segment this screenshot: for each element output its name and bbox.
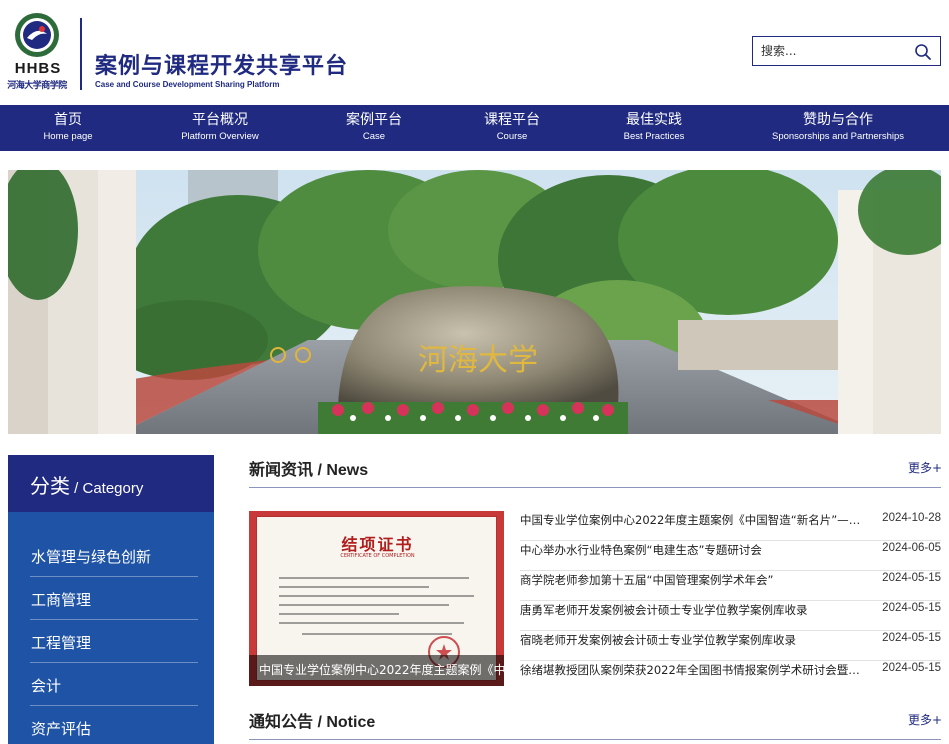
nav-label-en: Best Practices bbox=[623, 131, 685, 142]
nav-sponsorships[interactable]: 赞助与合作 Sponsorships and Partnerships bbox=[762, 105, 914, 151]
site-title[interactable]: 案例与课程开发共享平台 bbox=[95, 48, 348, 80]
category-label: 资产评估 bbox=[31, 720, 92, 738]
category-label: 工程管理 bbox=[31, 634, 92, 652]
nav-label-en: Sponsorships and Partnerships bbox=[771, 131, 905, 142]
notice-title-zh: 通知公告 bbox=[249, 712, 314, 731]
feature-caption: 中国专业学位案例中心2022年度主题案例《中国智造“新名片”——新能源汽车 bbox=[249, 655, 504, 686]
cert-text-line bbox=[279, 622, 464, 624]
news-title-zh: 新闻资讯 bbox=[249, 460, 314, 479]
news-item[interactable]: 宿晓老师开发案例被会计硕士专业学位教学案例库收录 2024-05-15 bbox=[520, 631, 941, 661]
news-item-title: 商学院老师参加第十五届“中国管理案例学术年会” bbox=[520, 573, 774, 587]
main-nav: 首页 Home page 平台概况 Platform Overview 案例平台… bbox=[0, 105, 949, 151]
category-label: 会计 bbox=[31, 677, 62, 695]
cert-text-line bbox=[279, 577, 469, 579]
news-item[interactable]: 徐绪堪教授团队案例荣获2022年全国图书情报案例学术研讨会暨图书情报案例大赛 2… bbox=[520, 661, 941, 691]
nav-label: 平台概况 bbox=[192, 112, 248, 128]
sidebar-header: 分类 / Category bbox=[8, 455, 214, 512]
news-item-title: 中心举办水行业特色案例“电建生态”专题研讨会 bbox=[520, 543, 762, 557]
category-sidebar: 分类 / Category 水管理与绿色创新 工商管理 工程管理 会计 资产评估 bbox=[8, 455, 214, 744]
nav-label-en: Course bbox=[496, 131, 528, 142]
hero-banner[interactable]: 河海大学 bbox=[8, 170, 941, 434]
news-divider bbox=[249, 487, 941, 488]
news-feature-image[interactable]: 结项证书 CERTIFICATE OF COMPLETION 中国专业学位案例中… bbox=[249, 511, 504, 686]
news-item[interactable]: 中国专业学位案例中心2022年度主题案例《中国智造“新名片”——新能源汽车 20… bbox=[520, 511, 941, 541]
news-item[interactable]: 唐勇军老师开发案例被会计硕士专业学位教学案例库收录 2024-05-15 bbox=[520, 601, 941, 631]
stone-inscription: 河海大学 bbox=[418, 343, 538, 378]
logo-text[interactable]: HHBS bbox=[8, 60, 68, 77]
news-item-date: 2024-05-15 bbox=[882, 602, 941, 614]
nav-case[interactable]: 案例平台 Case bbox=[334, 105, 414, 151]
cert-text-line bbox=[279, 586, 429, 588]
news-item-date: 2024-05-15 bbox=[882, 632, 941, 644]
news-item[interactable]: 商学院老师参加第十五届“中国管理案例学术年会” 2024-05-15 bbox=[520, 571, 941, 601]
certificate-title: 结项证书 bbox=[341, 535, 414, 554]
news-item-date: 2024-06-05 bbox=[882, 542, 941, 554]
category-item-water-management[interactable]: 水管理与绿色创新 bbox=[30, 534, 198, 577]
news-item-title: 中国专业学位案例中心2022年度主题案例《中国智造“新名片”——新能源汽车 bbox=[520, 513, 865, 527]
category-item-accounting[interactable]: 会计 bbox=[30, 663, 198, 706]
category-label: 水管理与绿色创新 bbox=[31, 548, 152, 566]
news-item-title: 徐绪堪教授团队案例荣获2022年全国图书情报案例学术研讨会暨图书情报案例大赛 bbox=[520, 663, 865, 677]
category-item-engineering-mgmt[interactable]: 工程管理 bbox=[30, 620, 198, 663]
search-input[interactable] bbox=[761, 41, 911, 61]
campus-photo: 河海大学 bbox=[8, 170, 941, 434]
search-box bbox=[752, 36, 941, 66]
notice-more-link[interactable]: 更多+ bbox=[908, 711, 942, 728]
sidebar-title: 分类 bbox=[30, 474, 70, 498]
school-name: 河海大学商学院 bbox=[7, 81, 67, 91]
news-title-en: / News bbox=[313, 462, 369, 479]
news-item-date: 2024-05-15 bbox=[882, 572, 941, 584]
news-item-title: 宿晓老师开发案例被会计硕士专业学位教学案例库收录 bbox=[520, 633, 796, 647]
nav-label: 课程平台 bbox=[484, 112, 540, 128]
nav-label: 赞助与合作 bbox=[803, 112, 873, 128]
site-header: HHBS 河海大学商学院 案例与课程开发共享平台 Case and Course… bbox=[0, 0, 949, 105]
notice-section-title: 通知公告 / Notice bbox=[249, 708, 375, 732]
cert-text-line bbox=[279, 595, 474, 597]
news-item-title: 唐勇军老师开发案例被会计硕士专业学位教学案例库收录 bbox=[520, 603, 808, 617]
logo-divider bbox=[80, 18, 82, 90]
category-item-business-admin[interactable]: 工商管理 bbox=[30, 577, 198, 620]
nav-platform-overview[interactable]: 平台概况 Platform Overview bbox=[170, 105, 270, 151]
news-more-link[interactable]: 更多+ bbox=[908, 459, 942, 476]
news-section-title: 新闻资讯 / News bbox=[249, 456, 368, 480]
sidebar-title-en: / Category bbox=[70, 480, 144, 497]
nav-best-practices[interactable]: 最佳实践 Best Practices bbox=[612, 105, 696, 151]
category-label: 工商管理 bbox=[31, 591, 92, 609]
news-item[interactable]: 中心举办水行业特色案例“电建生态”专题研讨会 2024-06-05 bbox=[520, 541, 941, 571]
cert-text-line bbox=[279, 613, 399, 615]
cert-text-line bbox=[279, 604, 449, 606]
category-item-asset-valuation[interactable]: 资产评估 bbox=[30, 706, 198, 744]
school-emblem-icon[interactable] bbox=[14, 12, 60, 58]
notice-title-en: / Notice bbox=[313, 714, 376, 731]
nav-home[interactable]: 首页 Home page bbox=[28, 105, 108, 151]
nav-label-en: Platform Overview bbox=[181, 131, 259, 142]
nav-label: 案例平台 bbox=[346, 112, 402, 128]
nav-course[interactable]: 课程平台 Course bbox=[472, 105, 552, 151]
certificate-subtitle: CERTIFICATE OF COMPLETION bbox=[340, 553, 415, 559]
site-subtitle: Case and Course Development Sharing Plat… bbox=[95, 80, 280, 89]
nav-label: 最佳实践 bbox=[626, 112, 682, 128]
news-item-date: 2024-05-15 bbox=[882, 662, 941, 674]
notice-divider bbox=[249, 739, 941, 740]
nav-label-en: Case bbox=[362, 131, 386, 142]
search-icon[interactable] bbox=[914, 43, 932, 61]
nav-label: 首页 bbox=[54, 112, 82, 128]
nav-label-en: Home page bbox=[43, 131, 93, 142]
news-item-date: 2024-10-28 bbox=[882, 512, 941, 524]
